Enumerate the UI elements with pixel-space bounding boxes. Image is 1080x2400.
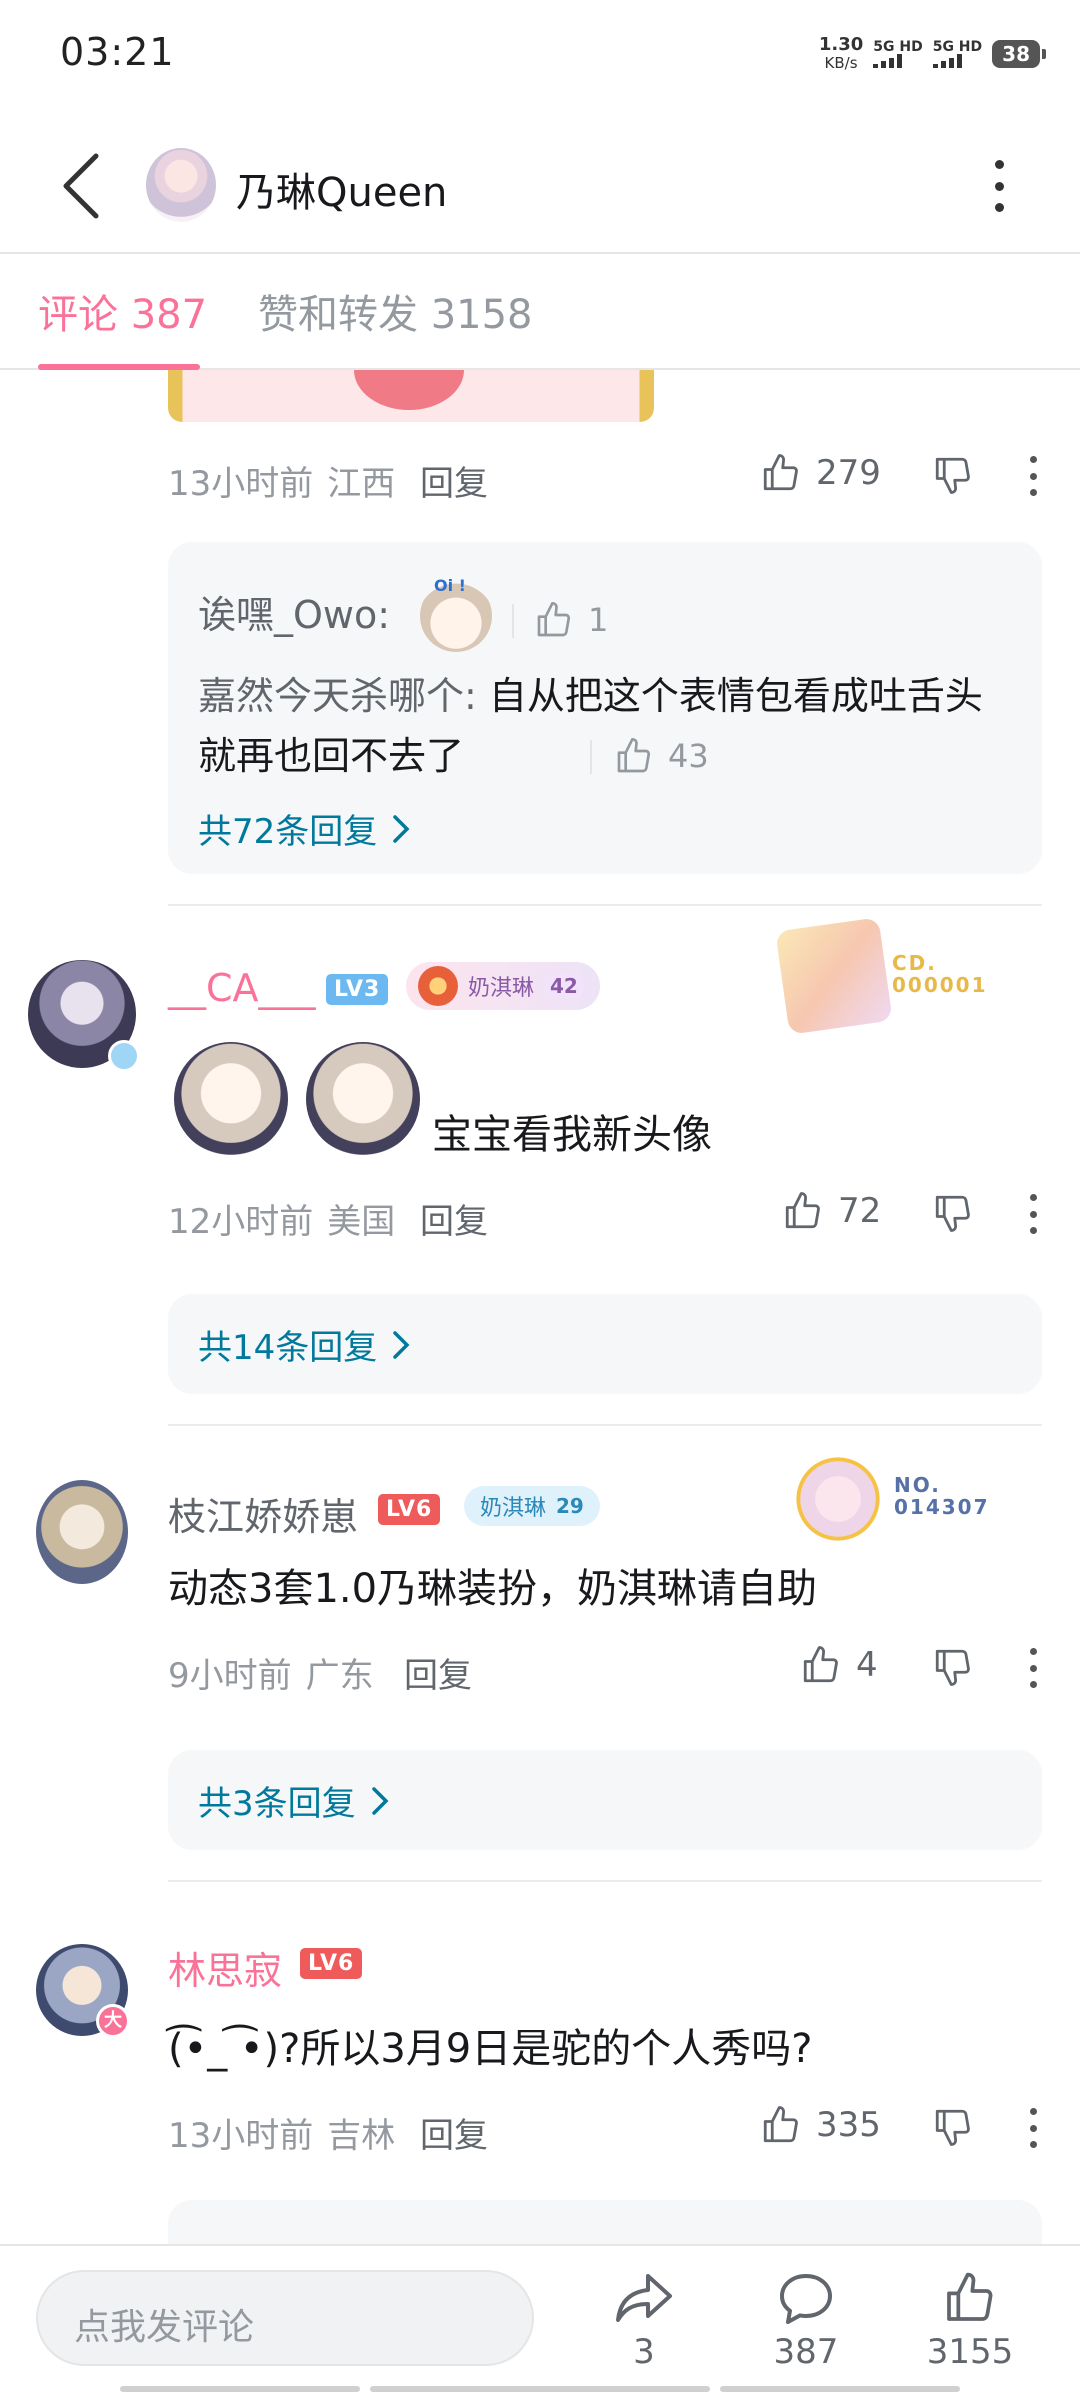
status-icons: 1.30 KB/s 5G HD 5G HD 38 <box>818 34 1046 73</box>
like-button[interactable]: 3155 <box>920 2270 1020 2372</box>
comment-text: (͡•_ ͡•)?所以3月9日是驼的个人秀吗? <box>168 2026 813 2072</box>
sub-reply: 嘉然今天杀哪个: 自从把这个表情包看成吐舌头就再也回不去了 <box>198 666 998 786</box>
divider <box>168 904 1042 906</box>
nav-indicator <box>120 2386 360 2392</box>
avatar-badge-icon: 大 <box>96 2004 130 2038</box>
username[interactable]: __CA___ <box>168 966 316 1010</box>
divider <box>168 1880 1042 1882</box>
tab-comments[interactable]: 评论 387 <box>38 282 207 340</box>
more-replies-link[interactable]: 共3条回复 <box>198 1776 390 1825</box>
status-time: 03:21 <box>60 30 175 74</box>
chevron-right-icon <box>393 814 410 843</box>
sticker[interactable] <box>174 1042 288 1156</box>
net-speed: 1.30 KB/s <box>818 34 864 73</box>
more-icon[interactable] <box>1028 1194 1038 1234</box>
avatar[interactable] <box>146 148 216 222</box>
like-count: 279 <box>816 453 881 493</box>
like-button[interactable]: 335 <box>760 2104 881 2146</box>
comment-text: 宝宝看我新头像 <box>432 1112 712 1158</box>
comment-image[interactable] <box>168 370 654 422</box>
reply-button[interactable]: 回复 <box>420 2108 488 2157</box>
reply-button[interactable]: 回复 <box>420 1194 488 1243</box>
thumbs-down-icon[interactable] <box>932 2106 974 2148</box>
like-button[interactable]: 4 <box>800 1644 878 1686</box>
comment-icon <box>780 2274 832 2324</box>
like-count: 335 <box>816 2105 881 2145</box>
like-count: 72 <box>838 1191 882 1231</box>
thumbs-up-icon <box>803 1646 838 1683</box>
reply-button[interactable]: 回复 <box>404 1648 472 1697</box>
divider <box>0 2244 1080 2246</box>
thumbs-down-icon[interactable] <box>932 454 974 496</box>
thumbs-up-icon <box>763 454 798 491</box>
thumbs-down-icon[interactable] <box>932 1646 974 1688</box>
battery-icon: 38 <box>992 40 1046 68</box>
medal-icon <box>418 966 458 1006</box>
divider <box>0 252 1080 254</box>
tab-likes-reposts[interactable]: 赞和转发 3158 <box>258 282 533 340</box>
comment-time: 13小时前 江西 <box>168 464 396 504</box>
like-count: 1 <box>588 601 609 639</box>
sticker[interactable] <box>306 1042 420 1156</box>
comment-time: 9小时前 广东 <box>168 1656 374 1696</box>
card-number: CD. 000001 <box>892 951 988 997</box>
thumbs-up-icon <box>617 738 651 773</box>
more-icon[interactable] <box>1028 456 1038 496</box>
thumbs-up-icon <box>785 1192 820 1229</box>
vip-badge-icon <box>108 1040 140 1072</box>
fan-medal[interactable]: 奶淇琳 42 <box>406 962 600 1010</box>
like-button[interactable]: 279 <box>760 452 881 494</box>
nav-indicator <box>370 2386 710 2392</box>
card-number: NO. 014307 <box>894 1473 990 1519</box>
level-badge: LV3 <box>326 974 389 1005</box>
signal-icon: 5G HD <box>932 40 982 68</box>
like-button[interactable]: 1 <box>534 600 608 640</box>
page-title[interactable]: 乃琳Queen <box>236 160 447 218</box>
sub-reply-user[interactable]: 嘉然今天杀哪个: <box>198 674 477 718</box>
sticker: Oi ! <box>420 576 492 652</box>
share-count: 3 <box>633 2332 655 2372</box>
like-count: 43 <box>668 737 709 775</box>
comment-input[interactable]: 点我发评论 <box>36 2270 534 2366</box>
more-icon[interactable] <box>1028 1648 1038 1688</box>
divider <box>590 740 592 774</box>
like-button[interactable]: 72 <box>782 1190 881 1232</box>
avatar[interactable] <box>36 1480 128 1584</box>
share-button[interactable]: 3 <box>594 2270 694 2372</box>
level-badge: LV6 <box>300 1948 363 1979</box>
chevron-right-icon <box>371 1786 389 1815</box>
decoration-card <box>775 917 893 1035</box>
thumbs-up-icon <box>763 2106 798 2143</box>
like-count: 3155 <box>926 2332 1014 2372</box>
more-replies-link[interactable]: 共72条回复 <box>198 804 411 853</box>
divider <box>512 604 514 638</box>
comment-time: 13小时前 吉林 <box>168 2116 396 2156</box>
divider <box>168 1424 1042 1426</box>
signal-icon: 5G HD <box>873 40 923 68</box>
reply-button[interactable]: 回复 <box>420 456 488 505</box>
thumbs-up-icon <box>537 602 571 637</box>
thumbs-down-icon[interactable] <box>932 1192 974 1234</box>
back-icon[interactable] <box>58 150 106 222</box>
nav-indicator <box>720 2386 960 2392</box>
comment-text: 动态3套1.0乃琳装扮，奶淇琳请自助 <box>168 1566 818 1612</box>
comment-count: 387 <box>773 2332 839 2372</box>
sub-reply-user[interactable]: 诶嘿_Owo: <box>198 584 390 639</box>
thumbs-up-icon <box>947 2272 993 2321</box>
like-button[interactable]: 43 <box>614 736 709 776</box>
username[interactable]: 枝江娇娇崽 <box>168 1486 358 1541</box>
comment-time: 12小时前 美国 <box>168 1202 396 1242</box>
chevron-right-icon <box>393 1330 410 1359</box>
fan-medal[interactable]: 奶淇琳 29 <box>464 1486 600 1526</box>
more-icon[interactable] <box>1028 2108 1038 2148</box>
decoration-card <box>790 1456 886 1542</box>
more-replies-link[interactable]: 共14条回复 <box>198 1320 411 1369</box>
share-icon <box>616 2274 672 2322</box>
username[interactable]: 林思寂 <box>168 1940 282 1995</box>
level-badge: LV6 <box>378 1494 441 1525</box>
like-count: 4 <box>856 1645 878 1685</box>
more-icon[interactable] <box>992 160 1006 212</box>
comment-button[interactable]: 387 <box>756 2270 856 2372</box>
